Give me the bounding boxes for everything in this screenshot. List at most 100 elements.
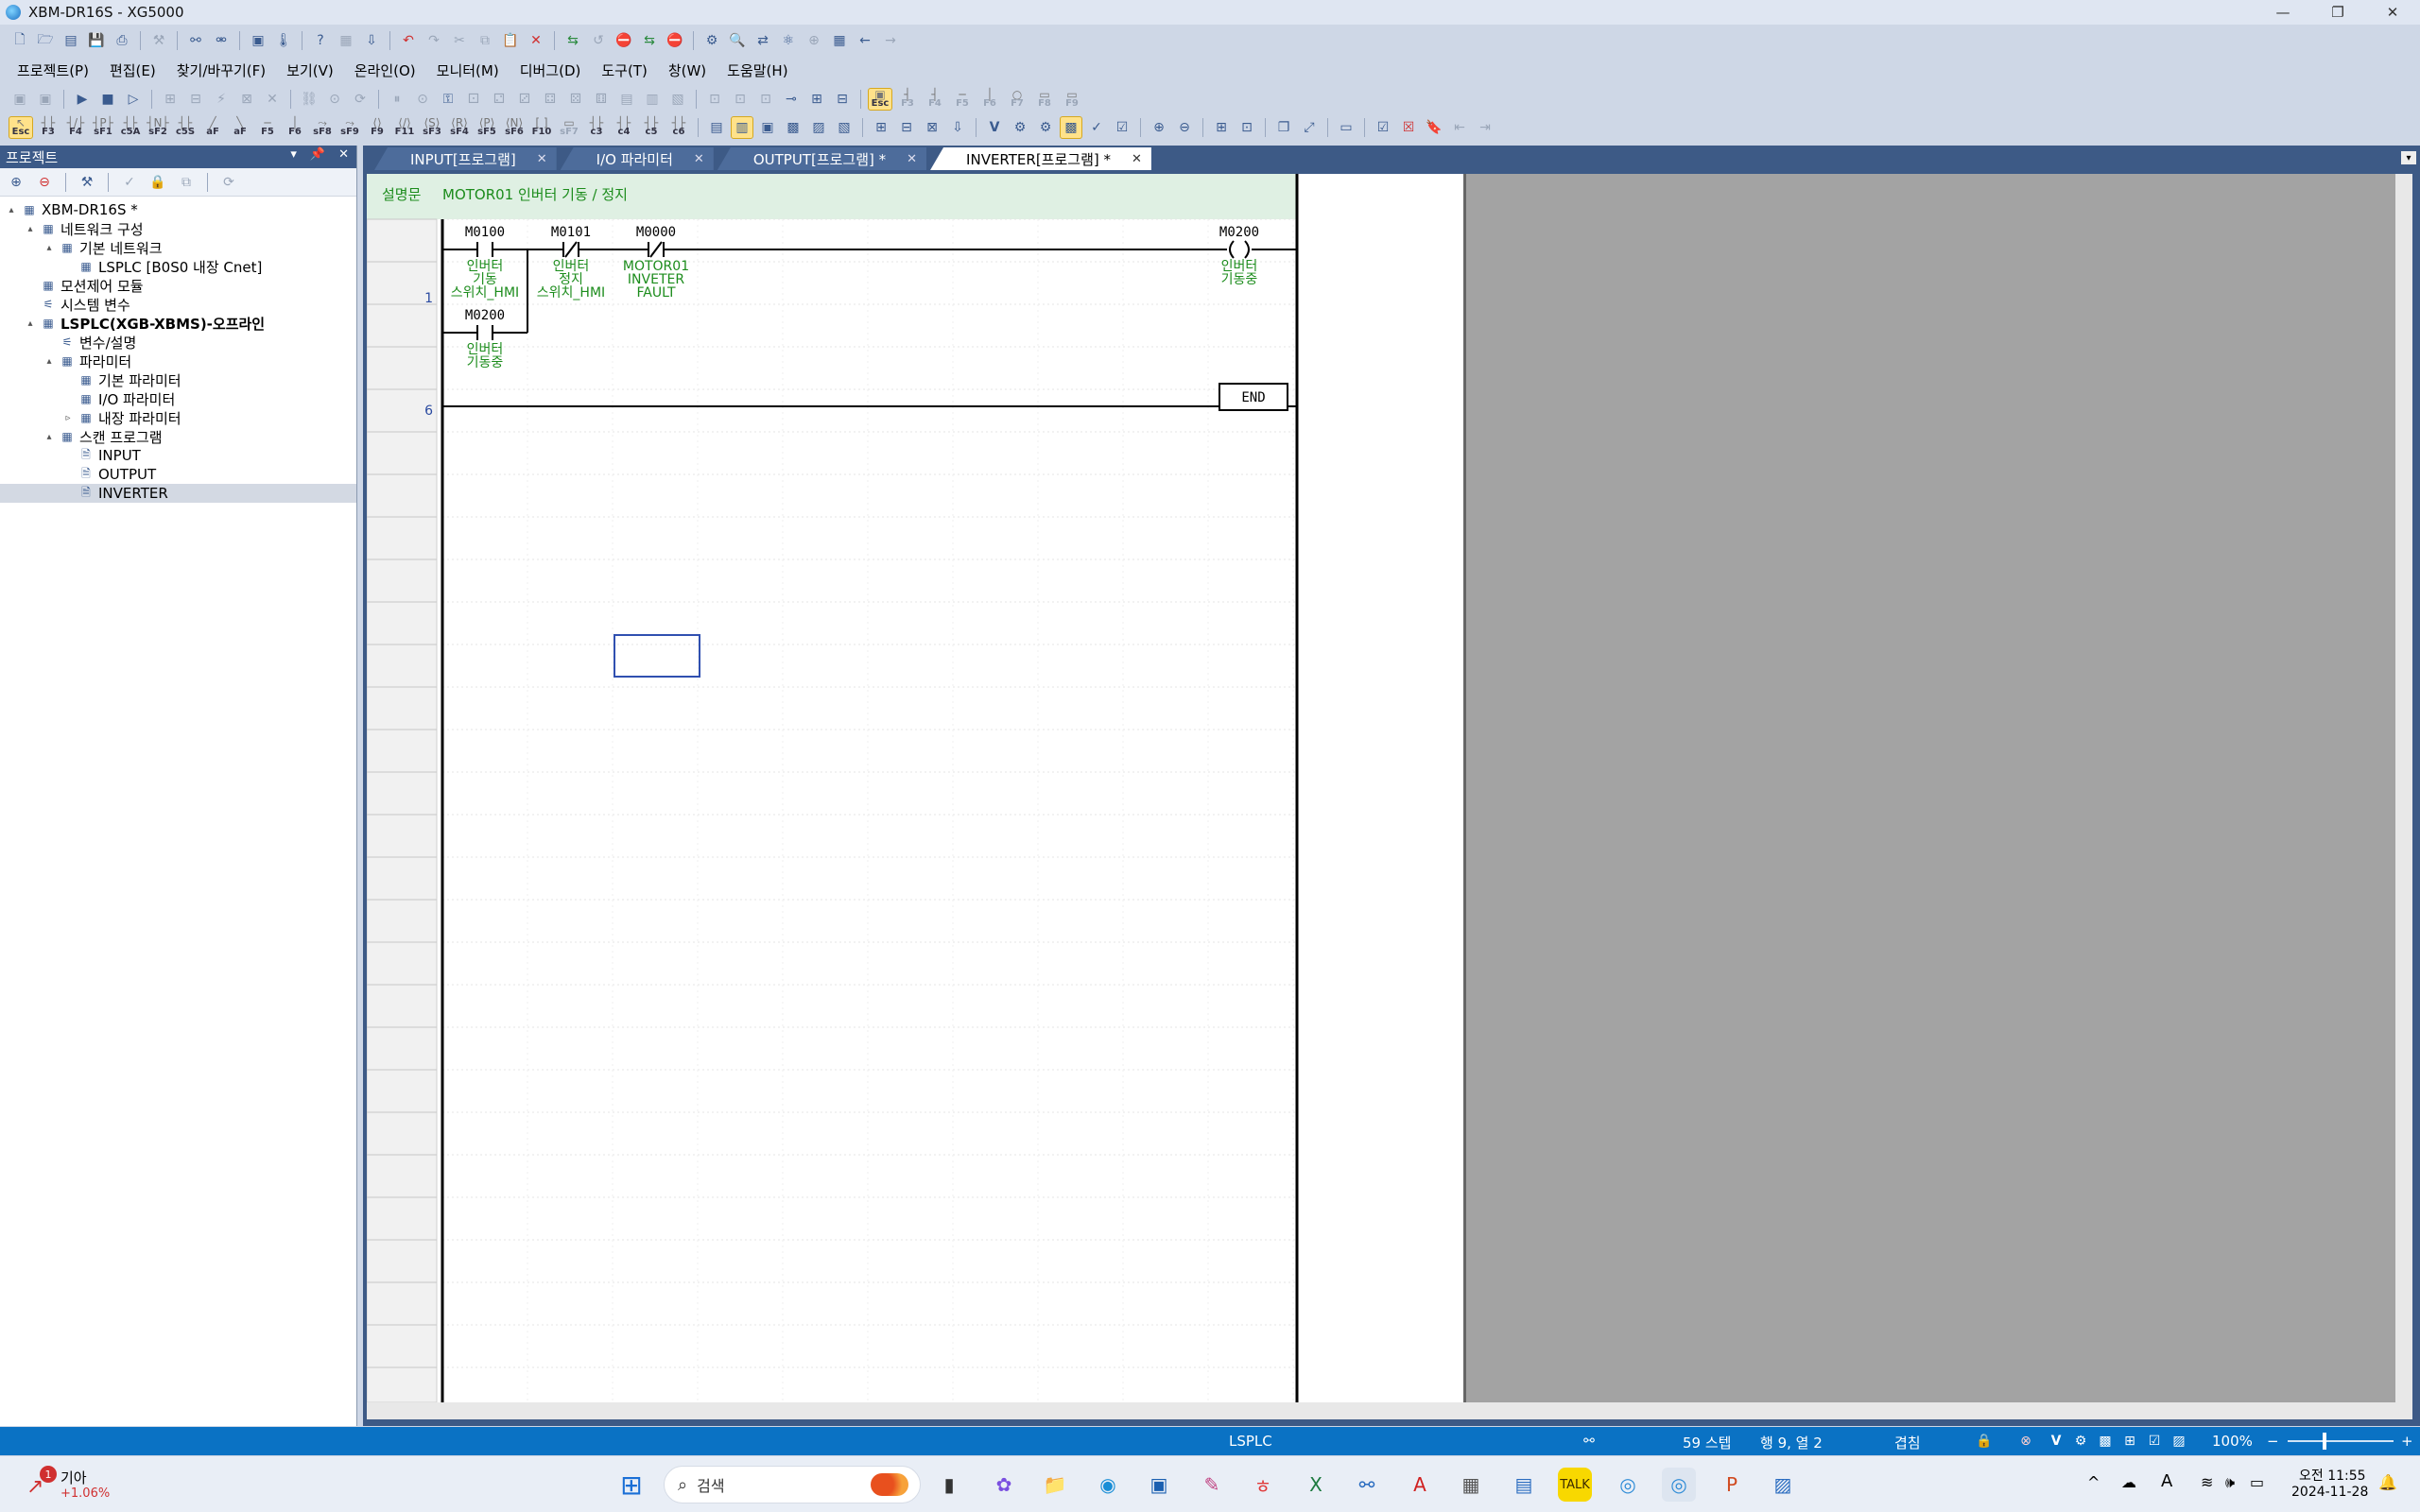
paste-icon[interactable]: 📋 bbox=[500, 30, 521, 51]
tree-item[interactable]: 🗎 INVERTER bbox=[0, 484, 356, 503]
zoom-slider-thumb[interactable] bbox=[2323, 1433, 2326, 1450]
zoom-out-button[interactable]: − bbox=[2267, 1433, 2279, 1450]
copy-icon[interactable]: ⧉ bbox=[475, 30, 495, 51]
run-icon[interactable]: ▶ bbox=[72, 89, 93, 110]
settings-icon[interactable]: ⚙ bbox=[701, 30, 722, 51]
compare-icon[interactable]: ⧉ bbox=[176, 172, 197, 193]
powerpoint-icon[interactable]: P bbox=[1715, 1468, 1749, 1502]
horizontal-scrollbar[interactable] bbox=[367, 1402, 2412, 1419]
online-tool12-icon[interactable]: ⚁ bbox=[489, 89, 510, 110]
fullscreen-icon[interactable]: ⤢ bbox=[1299, 117, 1320, 138]
online-tool7-icon[interactable]: ⟳ bbox=[350, 89, 371, 110]
menu-online[interactable]: 온라인(O) bbox=[354, 60, 416, 80]
fkey-f8-icon[interactable]: ▭ F8 bbox=[1033, 89, 1056, 110]
microsoft-store-icon[interactable]: ▣ bbox=[1142, 1468, 1176, 1502]
insert-row-icon[interactable]: ⊞ bbox=[871, 117, 891, 138]
tree-item[interactable]: ▹ ▦ 내장 파라미터 bbox=[0, 408, 356, 427]
paint-icon[interactable]: ✎ bbox=[1195, 1468, 1229, 1502]
message-icon[interactable]: ▭ bbox=[1336, 117, 1357, 138]
restore-button[interactable]: ❐ bbox=[2310, 0, 2365, 25]
notification-bell-icon[interactable]: 🔔 bbox=[2378, 1473, 2397, 1491]
tree-item[interactable]: ▴ ▦ 파라미터 bbox=[0, 352, 356, 370]
error-status-icon[interactable]: ⊗ bbox=[2017, 1433, 2034, 1450]
ladder-sf6-icon[interactable]: ⟨N⟩ sF6 bbox=[503, 117, 526, 138]
ladder-editor[interactable]: 설명문 MOTOR01 인버터 기동 / 정지 1 6 M0100 인버터 기동 스위치_HM… bbox=[367, 174, 2412, 1419]
tree-item[interactable]: ▴ ▦ 스캔 프로그램 bbox=[0, 427, 356, 446]
online-tool23-icon[interactable]: ⊸ bbox=[781, 89, 802, 110]
online-tool2-icon[interactable]: ⊟ bbox=[185, 89, 206, 110]
thermometer-icon[interactable]: 🌡 bbox=[273, 30, 294, 51]
online-tool5-icon[interactable]: ✕ bbox=[262, 89, 283, 110]
lock-icon[interactable]: 🔒 bbox=[147, 172, 168, 193]
check-all-icon[interactable]: ☑ bbox=[1112, 117, 1132, 138]
check-icon[interactable]: ✓ bbox=[119, 172, 140, 193]
forward-icon[interactable]: → bbox=[880, 30, 901, 51]
ladder-sf8-icon[interactable]: ⤳ sF8 bbox=[311, 117, 334, 138]
variable-monitor-icon[interactable]: ▩ bbox=[1060, 116, 1082, 139]
expand-toggle-icon[interactable]: ▴ bbox=[25, 318, 36, 329]
tree-item[interactable]: ⚟ 시스템 변수 bbox=[0, 295, 356, 314]
check-program-icon[interactable]: ✓ bbox=[1086, 117, 1107, 138]
view-ladder-icon[interactable]: ▤ bbox=[706, 117, 727, 138]
hangul-icon[interactable]: ㅎ bbox=[1246, 1468, 1280, 1502]
ladder-diagram[interactable]: 설명문 MOTOR01 인버터 기동 / 정지16M0100인버터기동스위치_HM… bbox=[367, 174, 1463, 1402]
close-window-button[interactable]: ✕ bbox=[2365, 0, 2420, 25]
kakaotalk-icon[interactable]: TALK bbox=[1558, 1468, 1592, 1502]
menu-help[interactable]: 도움말(H) bbox=[727, 60, 787, 80]
online-tool9-icon[interactable]: ⊙ bbox=[412, 89, 433, 110]
online-tool13-icon[interactable]: ⚂ bbox=[514, 89, 535, 110]
ladder-sf2-icon[interactable]: ┤N├ sF2 bbox=[147, 117, 169, 138]
disconnect-icon[interactable]: ⚮ bbox=[211, 30, 232, 51]
calculator-icon[interactable]: ▦ bbox=[1454, 1468, 1488, 1502]
clock-date[interactable]: 2024-11-28 bbox=[2291, 1485, 2368, 1500]
verify-icon[interactable]: V bbox=[984, 117, 1005, 138]
close-tab-icon[interactable]: ✕ bbox=[907, 152, 917, 166]
ladder-c5-icon[interactable]: ┤├ c5 bbox=[640, 117, 663, 138]
insert-col-icon[interactable]: ⊟ bbox=[896, 117, 917, 138]
file-explorer-icon[interactable]: 📁 bbox=[1038, 1468, 1072, 1502]
online-tool8-icon[interactable]: ⏸ bbox=[387, 89, 407, 110]
download-icon[interactable]: ⇩ bbox=[361, 30, 382, 51]
pause-icon[interactable]: ▷ bbox=[123, 89, 144, 110]
check-status-icon[interactable]: ☑ bbox=[2146, 1433, 2163, 1450]
monitor-icon[interactable]: ▣ bbox=[248, 30, 268, 51]
online-tool15-icon[interactable]: ⚄ bbox=[565, 89, 586, 110]
wrench-icon[interactable]: ⚒ bbox=[148, 30, 169, 51]
notepad-icon[interactable]: ▤ bbox=[1507, 1468, 1541, 1502]
online-tool10-icon[interactable]: ⚿ bbox=[438, 89, 458, 110]
fkey-f6-icon[interactable]: │ F6 bbox=[978, 89, 1001, 110]
minimize-button[interactable]: — bbox=[2256, 0, 2310, 25]
menu-tools[interactable]: 도구(T) bbox=[601, 60, 647, 80]
ladder-af2-icon[interactable]: ╲ aF bbox=[229, 117, 251, 138]
panel-close-icon[interactable]: ✕ bbox=[338, 147, 349, 162]
remote-app-icon[interactable]: ⚯ bbox=[1350, 1468, 1384, 1502]
tree-item[interactable]: ▦ 기본 파라미터 bbox=[0, 370, 356, 389]
window-cascade-icon[interactable]: ❐ bbox=[1273, 117, 1294, 138]
online-tool4-icon[interactable]: ⊠ bbox=[236, 89, 257, 110]
plc-connect-icon[interactable]: ▣ bbox=[9, 89, 30, 110]
online-tool22-icon[interactable]: ⊡ bbox=[755, 89, 776, 110]
ladder-c3-icon[interactable]: ┤├ c3 bbox=[585, 117, 608, 138]
zoom-in-icon[interactable]: ⊕ bbox=[1149, 117, 1169, 138]
compile-all-icon[interactable]: ⚙ bbox=[1035, 117, 1056, 138]
stop-mode-icon[interactable]: ■ bbox=[97, 89, 118, 110]
close-tab-icon[interactable]: ✕ bbox=[1132, 152, 1142, 166]
fkey-f3-icon[interactable]: ┤ F3 bbox=[896, 89, 919, 110]
close-tab-icon[interactable]: ✕ bbox=[537, 152, 547, 166]
bookmark-row-icon[interactable]: ⊠ bbox=[922, 117, 942, 138]
add-item-icon[interactable]: ⊕ bbox=[6, 172, 26, 193]
connect-plc-icon[interactable]: ⇆ bbox=[562, 30, 583, 51]
print-icon[interactable]: ⎙ bbox=[112, 30, 132, 51]
expand-toggle-icon[interactable]: ▴ bbox=[6, 205, 17, 215]
xg5000-taskbar-icon[interactable]: ◎ bbox=[1662, 1468, 1696, 1502]
ladder-sf9-icon[interactable]: ⤳ sF9 bbox=[338, 117, 361, 138]
download-program-icon[interactable]: ⇩ bbox=[947, 117, 968, 138]
fkey-f7-icon[interactable]: ○ F7 bbox=[1006, 89, 1028, 110]
online-tool24-icon[interactable]: ⊞ bbox=[806, 89, 827, 110]
wifi-icon[interactable]: ≋ bbox=[2201, 1473, 2213, 1491]
online-tool19-icon[interactable]: ▧ bbox=[667, 89, 688, 110]
ladder-f10-icon[interactable]: [ ] F10 bbox=[530, 117, 553, 138]
online-tool17-icon[interactable]: ▤ bbox=[616, 89, 637, 110]
stock-widget-icon[interactable]: ↗ 1 bbox=[25, 1466, 59, 1503]
stop2-icon[interactable]: ⛔ bbox=[665, 30, 685, 51]
